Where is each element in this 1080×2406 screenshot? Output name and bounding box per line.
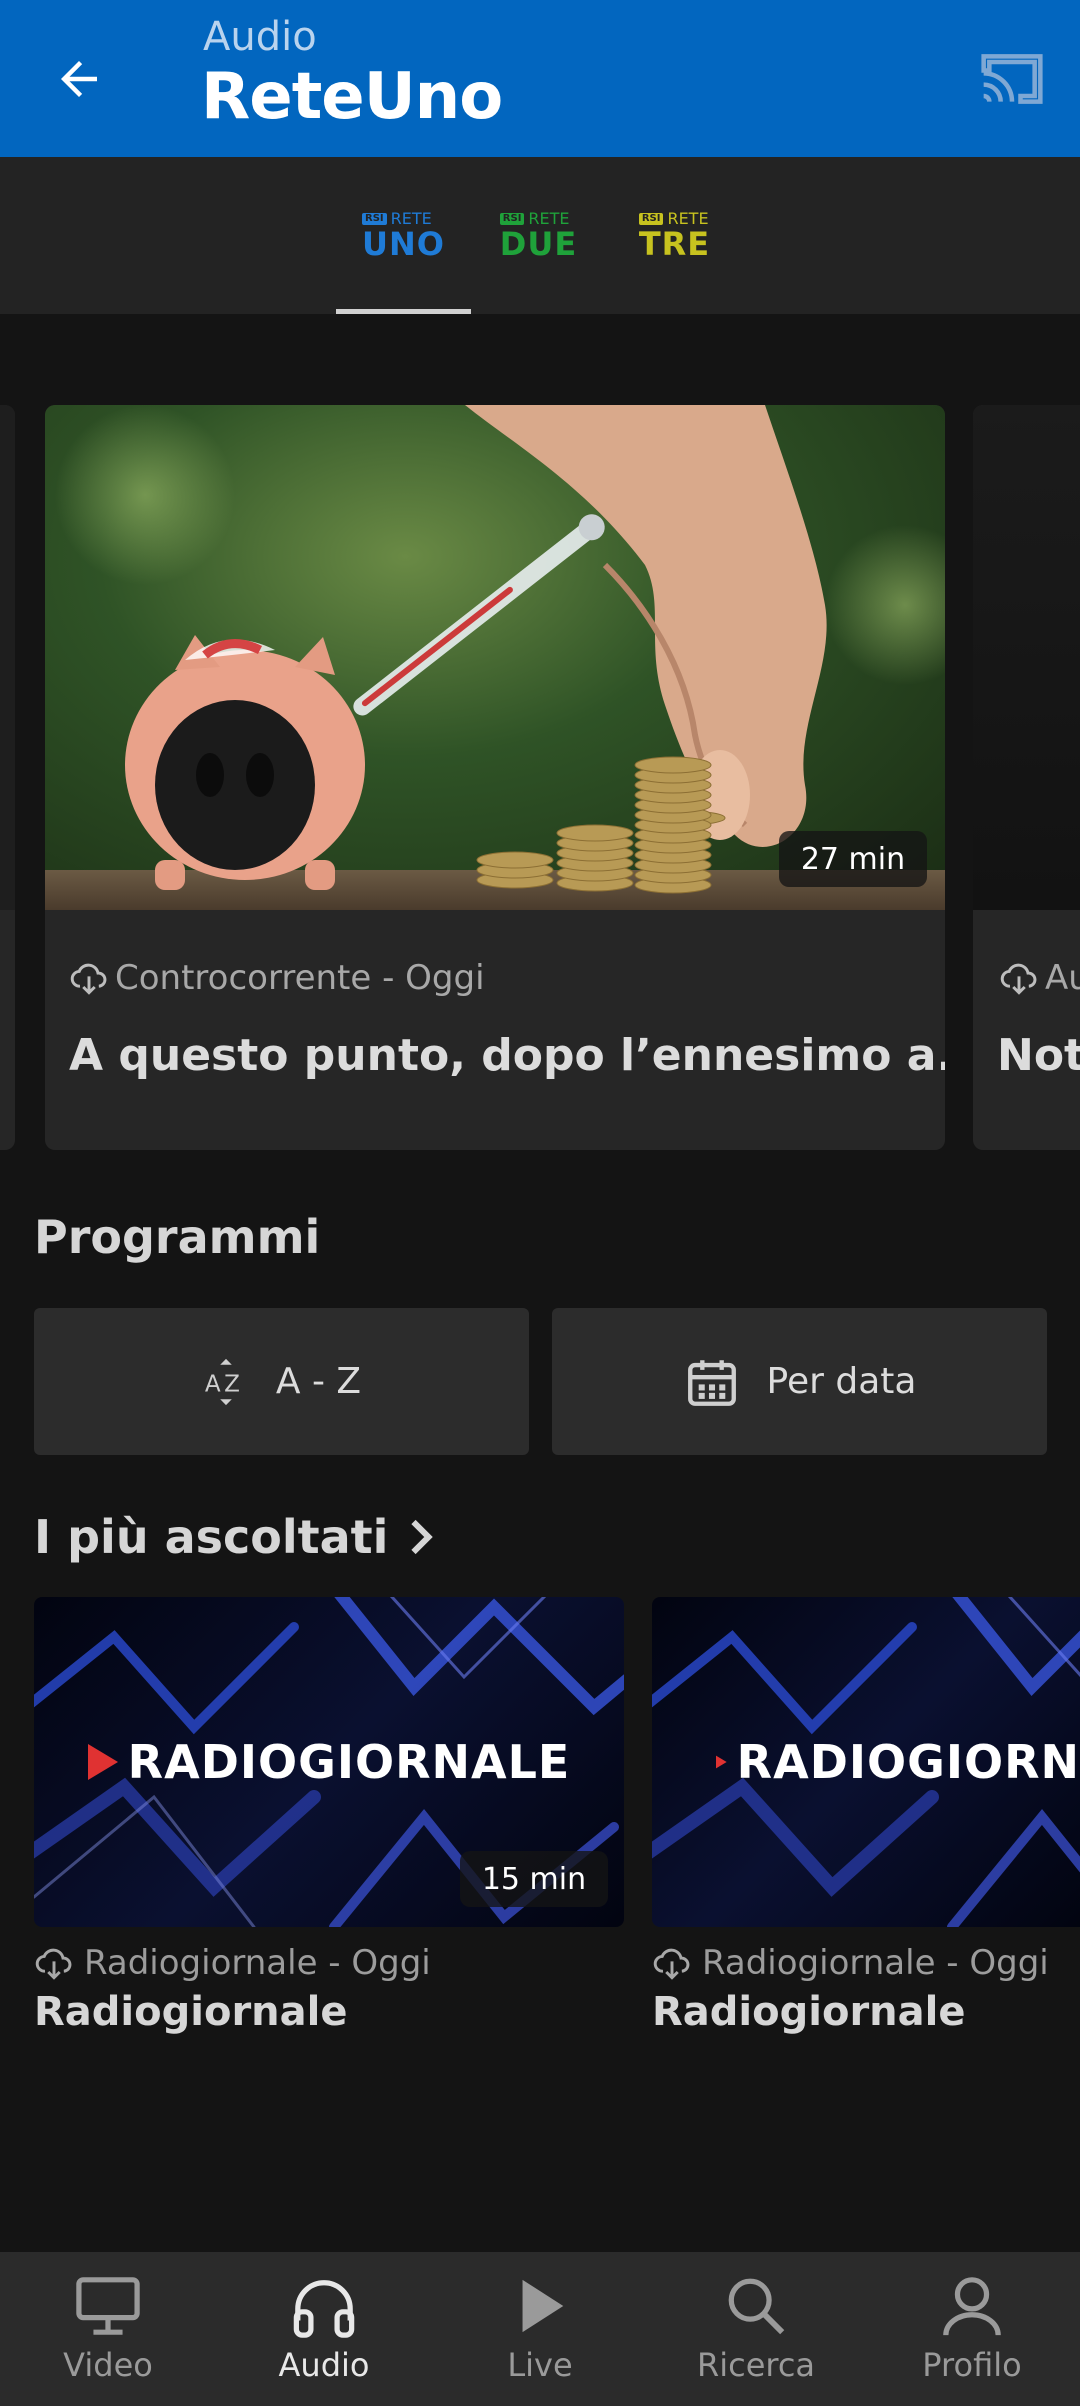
featured-card[interactable]: 27 min Controcorrente - Oggi A questo pu… bbox=[45, 405, 945, 1150]
nav-ricerca[interactable]: Ricerca bbox=[648, 2252, 864, 2406]
chevron-right-icon bbox=[411, 1519, 434, 1555]
nav-label: Ricerca bbox=[696, 2346, 816, 2384]
az-button[interactable]: A Z A - Z bbox=[34, 1308, 529, 1455]
duration-badge: 15 min bbox=[460, 1851, 608, 1907]
list-item-title: Radiogiornale bbox=[34, 1989, 348, 2035]
rete-due-logo: RSI RETE DUE bbox=[499, 211, 578, 263]
duration-badge: 27 min bbox=[779, 831, 927, 887]
rete-uno-logo: RSI RETE UNO bbox=[362, 211, 445, 260]
svg-text:A: A bbox=[205, 1371, 221, 1397]
carousel-card-previous[interactable] bbox=[0, 405, 15, 1150]
sort-az-icon: A Z bbox=[205, 1358, 240, 1405]
rsi-mark: RSI bbox=[499, 213, 525, 225]
download-cloud-icon[interactable] bbox=[34, 1945, 74, 1981]
selected-tab-indicator bbox=[336, 309, 471, 314]
programmi-title: Programmi bbox=[34, 1210, 321, 1264]
nav-label: Profilo bbox=[922, 2346, 1022, 2384]
nav-live[interactable]: Live bbox=[432, 2252, 648, 2406]
tab-rete-uno[interactable]: RSI RETE UNO bbox=[336, 157, 471, 314]
arrow-left-icon bbox=[61, 61, 97, 97]
nav-label: Video bbox=[63, 2346, 153, 2384]
list-item-title: Radiogiornale bbox=[652, 1989, 966, 2035]
rsi-mark: RSI bbox=[362, 213, 387, 225]
channel-name: DUE bbox=[499, 225, 578, 263]
svg-text:Z: Z bbox=[224, 1371, 240, 1397]
next-card-program: Au bbox=[1045, 958, 1080, 998]
channel-name: TRE bbox=[638, 225, 711, 263]
most-listened-card[interactable]: RADIOGIORNALE 15 min Radiogiornale - Ogg… bbox=[34, 1597, 624, 2035]
nav-video[interactable]: Video bbox=[0, 2252, 216, 2406]
play-icon bbox=[522, 2279, 564, 2333]
channel-tab-bar: RSI RETE UNO RSI RETE DUE RSI RETE TRE bbox=[0, 157, 1080, 314]
list-item-program: Radiogiornale - Oggi bbox=[84, 1943, 431, 1983]
radiogiornale-logo: RADIOGIORN bbox=[652, 1597, 1080, 1927]
download-cloud-icon[interactable] bbox=[999, 960, 1039, 996]
per-data-button[interactable]: Per data bbox=[552, 1308, 1047, 1455]
featured-title: A questo punto, dopo l’ennesimo a... bbox=[69, 1030, 945, 1081]
tab-rete-tre[interactable]: RSI RETE TRE bbox=[607, 157, 742, 314]
featured-meta: Controcorrente - Oggi bbox=[69, 958, 485, 998]
nav-label: Audio bbox=[278, 2346, 370, 2384]
most-listened-title: I più ascoltati bbox=[34, 1510, 389, 1564]
header-section-label: Audio bbox=[203, 14, 317, 60]
nav-audio[interactable]: Audio bbox=[216, 2252, 432, 2406]
radiogiornale-wordmark: RADIOGIORN bbox=[736, 1735, 1080, 1789]
radiogiornale-thumbnail: RADIOGIORNALE 15 min bbox=[34, 1597, 624, 1927]
carousel-card-next[interactable]: Au Not bbox=[973, 405, 1080, 1150]
app-header: Audio ReteUno bbox=[0, 0, 1080, 157]
bottom-navigation: Video Audio Live Ricerca Profilo bbox=[0, 2252, 1080, 2406]
search-icon bbox=[728, 2278, 785, 2335]
user-icon bbox=[943, 2277, 1001, 2336]
next-card-image bbox=[973, 405, 1080, 910]
headphones-icon bbox=[293, 2280, 355, 2338]
download-cloud-icon[interactable] bbox=[69, 960, 109, 996]
rete-tre-logo: RSI RETE TRE bbox=[638, 211, 711, 263]
most-listened-card[interactable]: RADIOGIORN Radiogiornale - Oggi Radiogio… bbox=[652, 1597, 1080, 2035]
play-mark-icon bbox=[716, 1755, 727, 1769]
most-listened-heading[interactable]: I più ascoltati bbox=[34, 1510, 438, 1564]
calendar-icon bbox=[687, 1359, 736, 1406]
page-title: ReteUno bbox=[201, 60, 503, 134]
channel-name: UNO bbox=[362, 225, 445, 263]
nav-label: Live bbox=[507, 2346, 573, 2384]
rsi-mark: RSI bbox=[638, 213, 664, 225]
programmi-heading: Programmi bbox=[34, 1210, 320, 1264]
back-button[interactable] bbox=[40, 40, 118, 118]
next-card-meta: Au bbox=[999, 958, 1080, 998]
radiogiornale-thumbnail: RADIOGIORN bbox=[652, 1597, 1080, 1927]
play-mark-icon bbox=[87, 1744, 118, 1780]
monitor-icon bbox=[76, 2277, 140, 2335]
cast-icon bbox=[981, 54, 1043, 104]
list-item-program: Radiogiornale - Oggi bbox=[702, 1943, 1049, 1983]
cast-button[interactable] bbox=[972, 44, 1052, 114]
per-data-label: Per data bbox=[766, 1361, 917, 1402]
featured-program-date: Controcorrente - Oggi bbox=[115, 958, 485, 998]
list-item-meta: Radiogiornale - Oggi bbox=[34, 1943, 624, 1983]
nav-profilo[interactable]: Profilo bbox=[864, 2252, 1080, 2406]
featured-image: 27 min bbox=[45, 405, 945, 910]
next-card-title: Not bbox=[997, 1030, 1080, 1081]
az-label: A - Z bbox=[275, 1361, 362, 1402]
tab-rete-due[interactable]: RSI RETE DUE bbox=[471, 157, 606, 314]
radiogiornale-wordmark: RADIOGIORNALE bbox=[127, 1735, 571, 1789]
list-item-meta: Radiogiornale - Oggi bbox=[652, 1943, 1080, 1983]
download-cloud-icon[interactable] bbox=[652, 1945, 692, 1981]
